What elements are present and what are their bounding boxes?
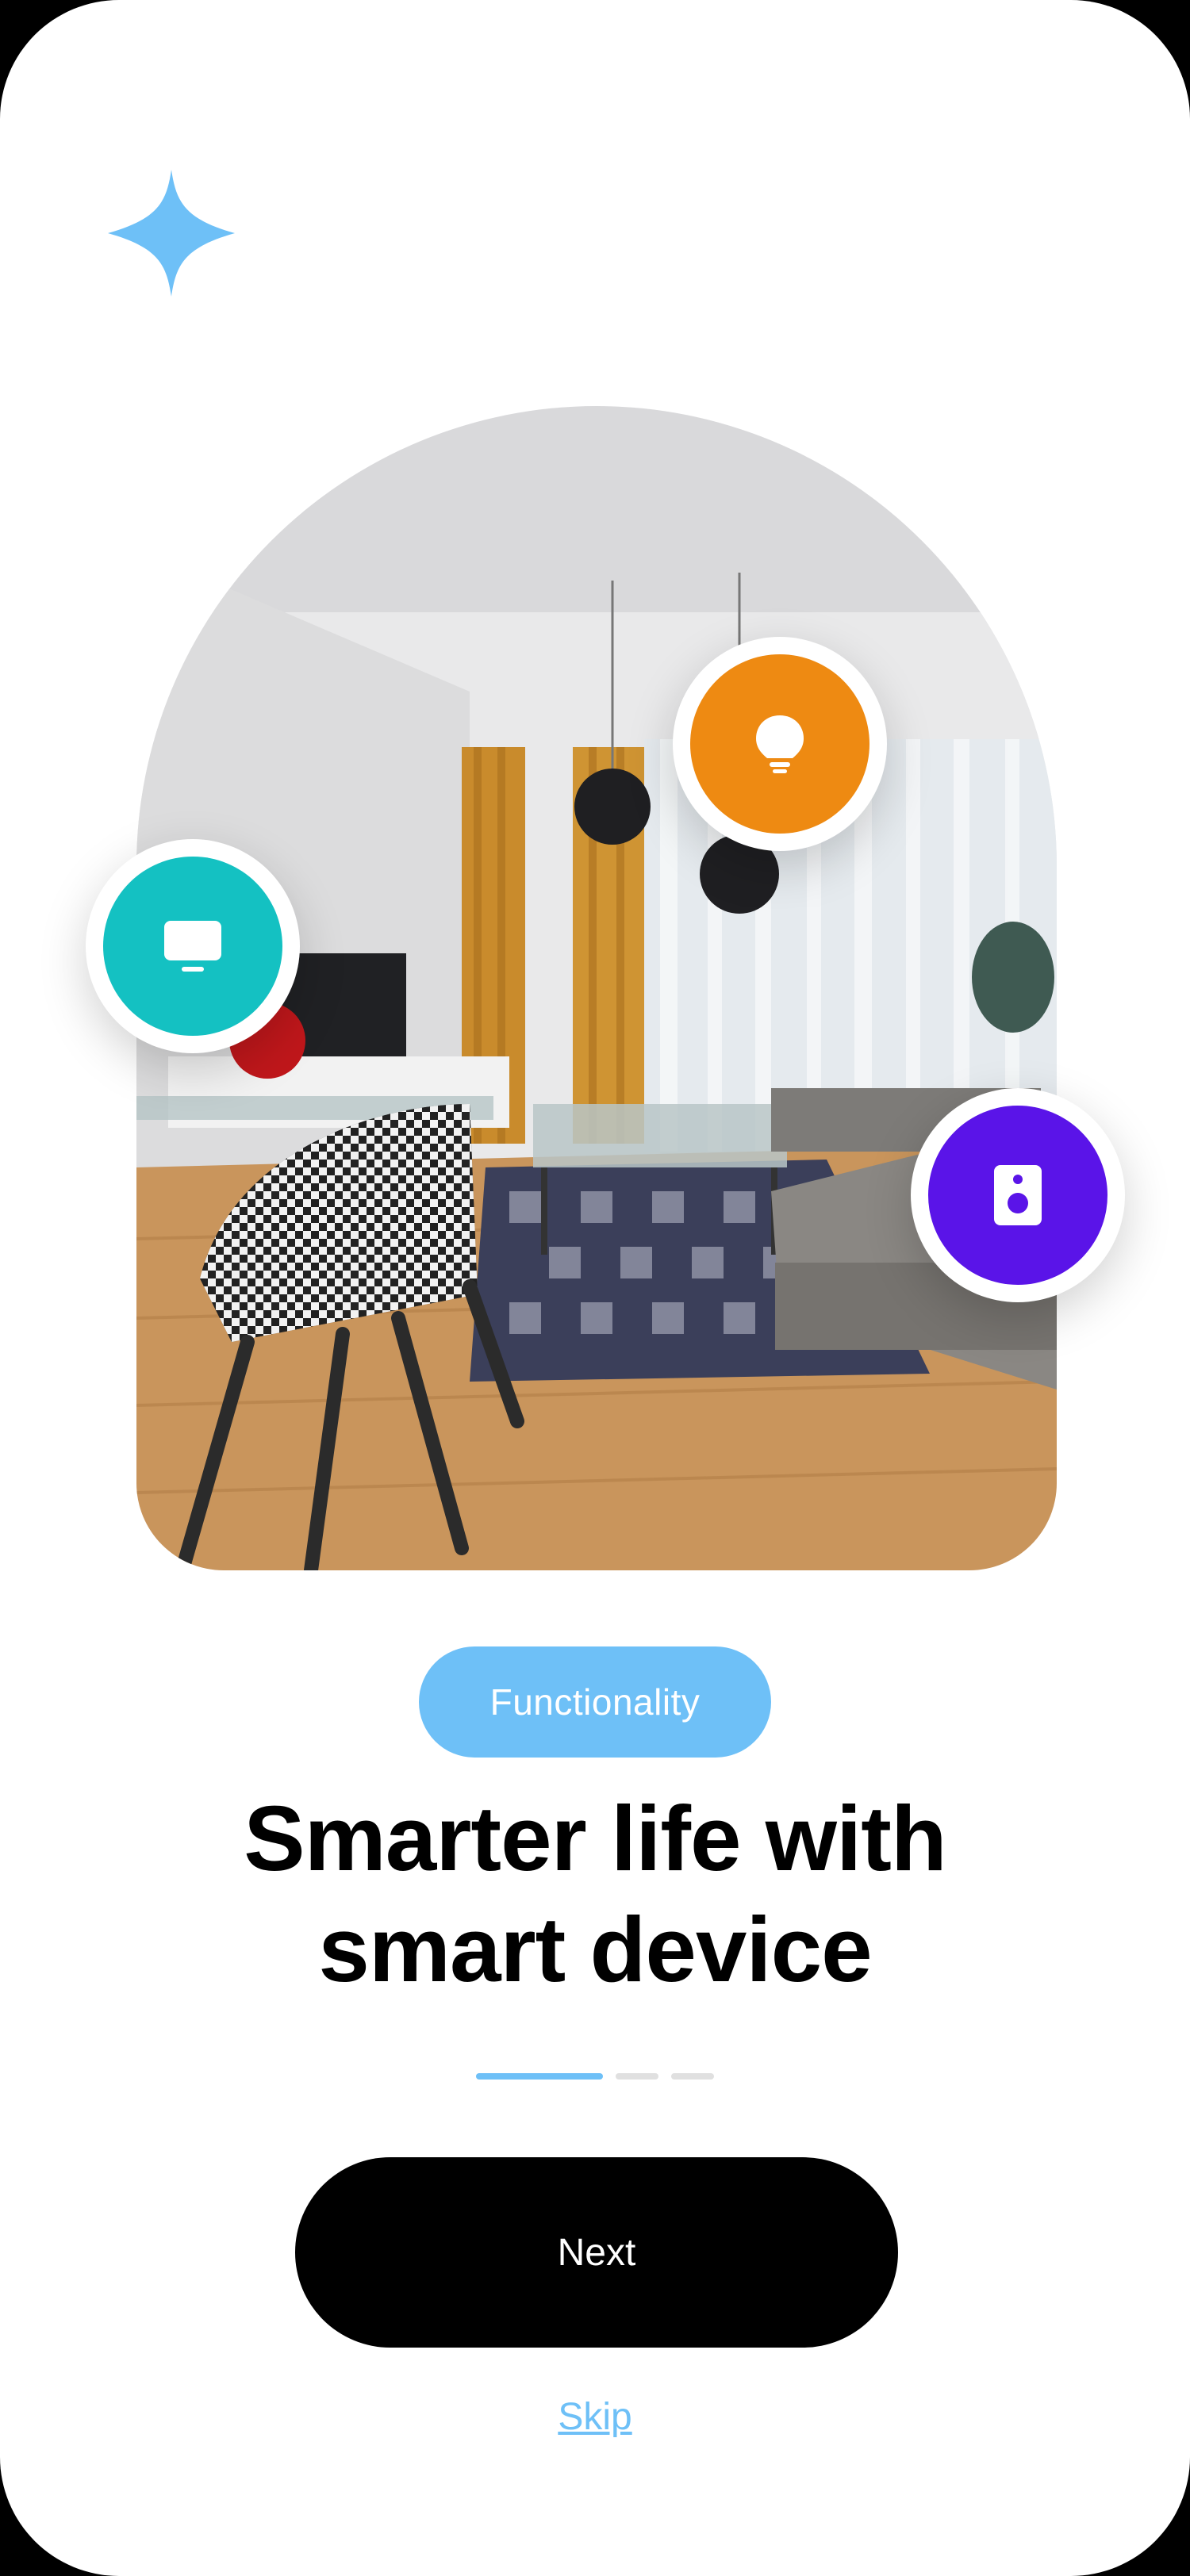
pagination-dot-3 <box>671 2073 714 2080</box>
onboarding-headline: Smarter life with smart device <box>119 1783 1071 2005</box>
skip-link[interactable]: Skip <box>476 2395 714 2439</box>
pagination-dot-2 <box>616 2073 658 2080</box>
tv-device-button[interactable] <box>86 839 300 1053</box>
pagination-dot-1 <box>476 2073 603 2080</box>
functionality-chip: Functionality <box>419 1646 771 1758</box>
logo-star-icon <box>108 170 235 297</box>
speaker-icon <box>994 1165 1042 1225</box>
pagination-indicator <box>476 2073 714 2081</box>
lightbulb-icon <box>756 715 804 773</box>
light-device-button[interactable] <box>673 637 887 851</box>
tv-icon <box>164 921 221 972</box>
headline-line-2: smart device <box>318 1898 872 2001</box>
onboarding-screen: Functionality Smarter life with smart de… <box>0 0 1190 2576</box>
next-button[interactable]: Next <box>295 2157 898 2348</box>
speaker-device-button[interactable] <box>911 1088 1125 1302</box>
headline-line-1: Smarter life with <box>244 1787 946 1890</box>
